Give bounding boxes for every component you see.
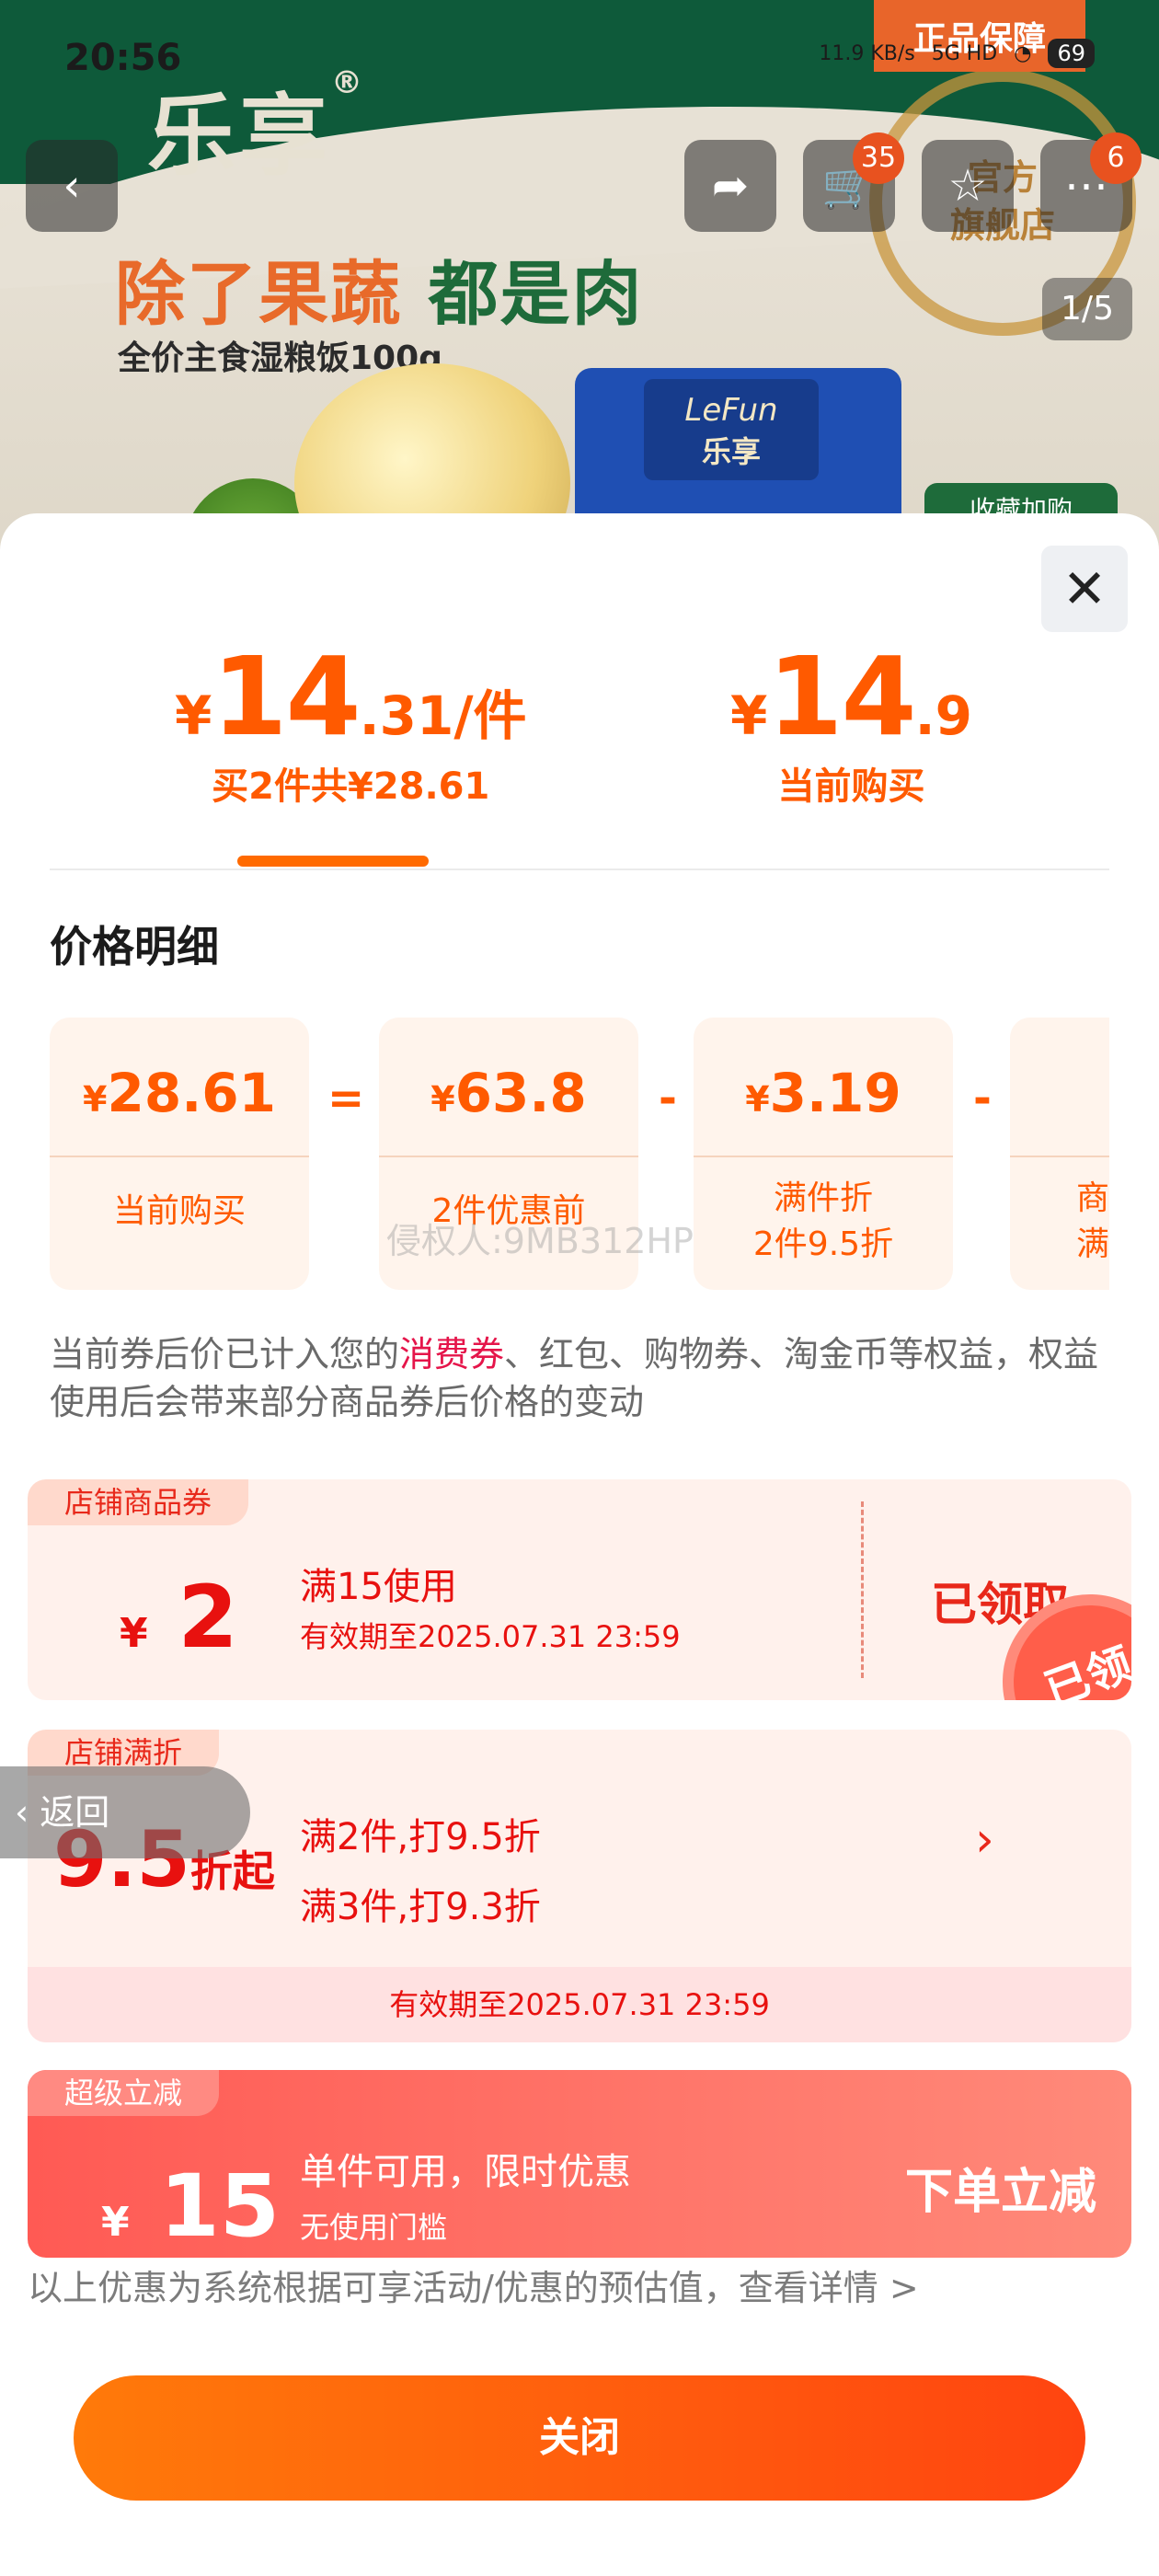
favorite-button[interactable]: ☆ bbox=[922, 140, 1014, 232]
discount-expiry: 有效期至2025.07.31 23:59 bbox=[28, 1967, 1131, 2042]
chevron-left-icon: ‹ bbox=[63, 160, 81, 212]
super-tag: 超级立减 bbox=[28, 2070, 220, 2116]
discount-rule-1: 满2件,打9.5折 bbox=[300, 1816, 541, 1858]
coupon-divider bbox=[861, 1501, 864, 1678]
bag-logo: LeFun 乐享 bbox=[644, 379, 819, 480]
breakdown-card-store: 商满 bbox=[1010, 1018, 1109, 1290]
brand-logo: 乐享® bbox=[147, 64, 366, 188]
operator-minus: - bbox=[659, 1073, 677, 1124]
tab-indicator bbox=[237, 856, 429, 867]
close-button[interactable]: 关闭 bbox=[74, 2375, 1085, 2501]
tab-buy-two-caption: 买2件共¥28.61 bbox=[212, 765, 490, 808]
operator-minus: - bbox=[973, 1073, 992, 1124]
discount-rule-2: 满3件,打9.3折 bbox=[300, 1886, 541, 1928]
tab-divider bbox=[50, 868, 1109, 870]
super-discount: 超级立减 ¥ 15 单件可用，限时优惠 无使用门槛 下单立减 bbox=[28, 2070, 1131, 2258]
cart-button[interactable]: 🛒 35 bbox=[803, 132, 904, 232]
tab-buy-two[interactable]: ¥14.31/件 买2件共¥28.61 bbox=[175, 633, 527, 810]
price-note: 当前券后价已计入您的消费券、红包、购物券、淘金币等权益，权益使用后会带来部分商品… bbox=[50, 1334, 1099, 1422]
disclaimer-link[interactable]: 以上优惠为系统根据可享活动/优惠的预估值，查看详情 > bbox=[28, 2260, 919, 2310]
super-sub: 无使用门槛 bbox=[300, 2210, 448, 2245]
close-icon: ✕ bbox=[1061, 558, 1107, 620]
watermark: 侵权人:9MB312HP bbox=[386, 1221, 694, 1261]
coupon-amount: ¥ 2 bbox=[120, 1568, 238, 1668]
more-button[interactable]: ⋯ 6 bbox=[1040, 132, 1142, 232]
product-banner: 乐享® 除了果蔬 都是肉 全价主食湿粮饭100g LeFun乐享 收藏加购 官方… bbox=[0, 0, 1159, 570]
consumer-voucher-link[interactable]: 消费券 bbox=[399, 1334, 504, 1374]
coupon-tag: 店铺商品券 bbox=[28, 1479, 249, 1525]
status-time: 20:56 bbox=[64, 37, 182, 79]
super-amount: ¥ 15 bbox=[101, 2156, 281, 2257]
net-speed: 11.9 KB/s bbox=[819, 41, 915, 65]
tab-current-buy[interactable]: ¥14.9 当前购买 bbox=[730, 633, 972, 810]
star-icon: ☆ bbox=[947, 160, 988, 212]
wifi-icon: ◔ bbox=[1014, 41, 1032, 65]
status-icons: 11.9 KB/s 5G HD ◔ 69 bbox=[819, 39, 1095, 68]
signal-icon: 5G HD bbox=[931, 41, 998, 65]
more-badge: 6 bbox=[1090, 132, 1142, 184]
image-page-indicator: 1/5 bbox=[1042, 278, 1132, 340]
sheet-close-button[interactable]: ✕ bbox=[1041, 546, 1128, 632]
super-condition: 单件可用，限时优惠 bbox=[300, 2151, 631, 2193]
super-action: 下单立减 bbox=[905, 2165, 1097, 2220]
cart-badge: 35 bbox=[853, 132, 904, 184]
coupon-expiry: 有效期至2025.07.31 23:59 bbox=[300, 1619, 681, 1654]
chevron-left-icon: ‹ bbox=[15, 1792, 29, 1833]
chevron-right-icon: › bbox=[975, 1812, 994, 1868]
operator-equals: = bbox=[327, 1073, 365, 1124]
banner-headline: 除了果蔬 都是肉 bbox=[115, 253, 644, 335]
share-button[interactable]: ➦ bbox=[684, 140, 776, 232]
tab-current-buy-caption: 当前购买 bbox=[777, 765, 925, 808]
status-bar: 20:56 11.9 KB/s 5G HD ◔ 69 bbox=[0, 0, 1159, 79]
price-detail-title: 价格明细 bbox=[50, 922, 219, 972]
price-detail-sheet: ✕ ¥14.31/件 买2件共¥28.61 ¥14.9 当前购买 价格明细 ¥2… bbox=[0, 513, 1159, 2576]
battery-icon: 69 bbox=[1048, 39, 1095, 68]
back-button[interactable]: ‹ bbox=[26, 140, 118, 232]
share-icon: ➦ bbox=[711, 160, 750, 212]
breakdown-card-current: ¥28.61 当前购买 bbox=[50, 1018, 309, 1290]
breakdown-card-discount: ¥3.19 满件折 2件9.5折 bbox=[694, 1018, 953, 1290]
coupon-condition: 满15使用 bbox=[300, 1566, 457, 1608]
store-coupon: 店铺商品券 ¥ 2 满15使用 有效期至2025.07.31 23:59 已领取… bbox=[28, 1479, 1131, 1700]
floating-back-button[interactable]: ‹ 返回 bbox=[0, 1766, 250, 1858]
